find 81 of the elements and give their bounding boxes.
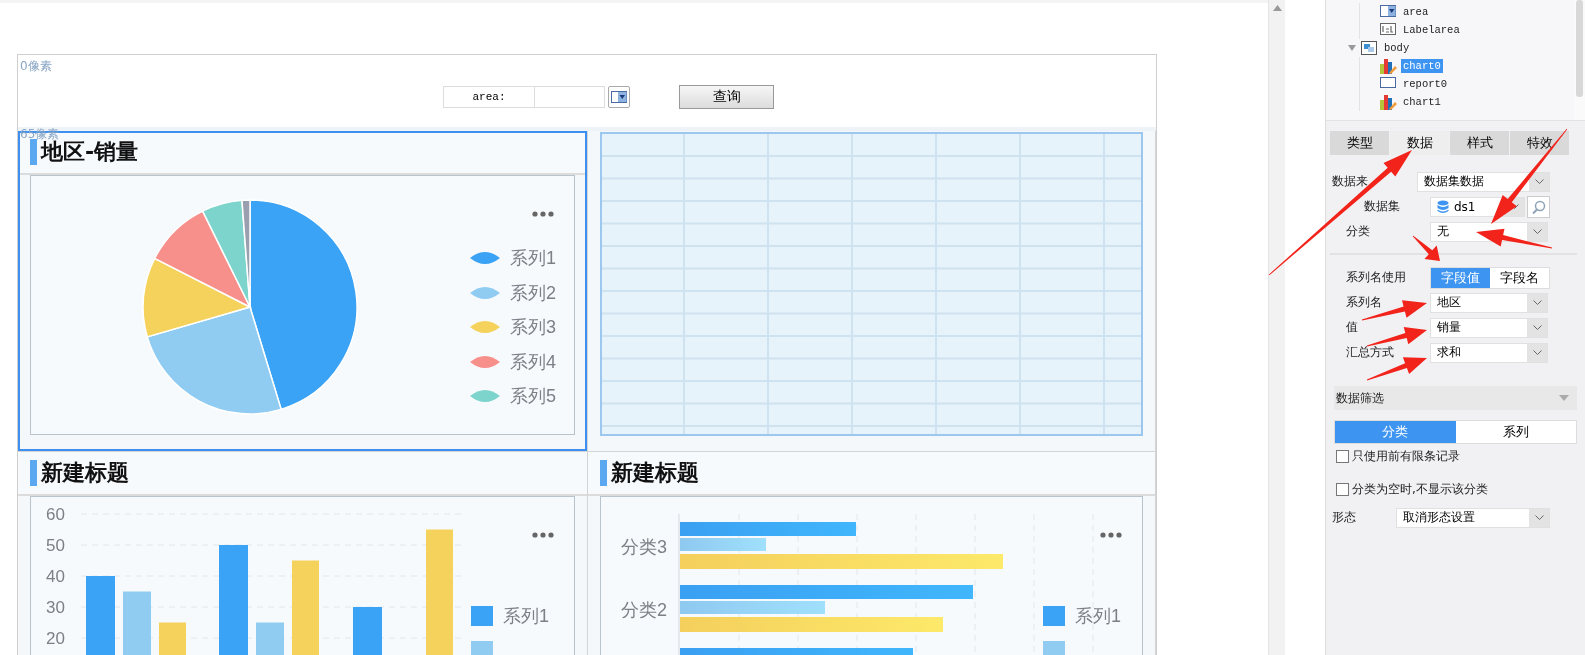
field-label: 系列名	[1346, 295, 1382, 309]
ruler-label: 0像素	[19, 58, 53, 75]
bar	[159, 622, 186, 655]
label-widget-icon	[1380, 22, 1397, 38]
more-icon	[532, 532, 554, 538]
section-header[interactable]: 数据筛选	[1334, 386, 1577, 410]
category-label: 分类3	[621, 537, 667, 557]
chart-title: 新建标题	[41, 462, 129, 484]
tab[interactable]: 特效	[1510, 131, 1569, 155]
checkbox-label: 只使用前有限条记录	[1352, 447, 1460, 465]
chevron-down-icon	[1532, 229, 1542, 234]
dropdown-widget-icon	[1380, 4, 1397, 20]
legend-label: 系列4	[510, 350, 556, 374]
bar	[353, 607, 382, 655]
axis-label: 30	[46, 598, 65, 617]
axis-label: 50	[46, 536, 65, 555]
select-field[interactable]: 取消形态设置	[1396, 507, 1550, 528]
chevron-down-icon	[1532, 325, 1542, 330]
scroll-up-icon	[1272, 5, 1282, 11]
select-field[interactable]: 数据集数据	[1417, 171, 1550, 192]
legend-label: 系列1	[1075, 605, 1121, 629]
chart-icon	[1380, 58, 1397, 74]
field-label: 数据来	[1332, 174, 1368, 188]
field-label: 数据集	[1364, 199, 1400, 213]
checkbox[interactable]	[1336, 449, 1349, 463]
more-icon	[532, 211, 554, 217]
axis-label: 60	[46, 505, 65, 524]
annotation-arrow	[1366, 357, 1427, 381]
tree-item[interactable]: chart1	[1401, 95, 1443, 109]
field-label: 汇总方式	[1346, 345, 1394, 359]
layout-icon	[1361, 40, 1378, 56]
scrollbar-thumb[interactable]	[1576, 0, 1583, 97]
tab[interactable]: 数据	[1390, 131, 1449, 155]
bar	[123, 591, 151, 655]
chevron-down-icon	[1534, 179, 1544, 184]
legend-label: 系列3	[510, 316, 556, 340]
category-label: 分类2	[621, 600, 667, 620]
chart-title: 新建标题	[611, 462, 699, 484]
chart-title: 地区-销量	[41, 141, 139, 163]
field-label: 值	[1346, 320, 1358, 334]
tab[interactable]: 样式	[1450, 131, 1509, 155]
search-button[interactable]	[1527, 195, 1550, 218]
field-label: 形态	[1332, 510, 1356, 524]
select-field[interactable]: 销量	[1430, 317, 1548, 338]
chevron-down-icon	[1532, 350, 1542, 355]
tree-item[interactable]: body	[1382, 41, 1412, 55]
checkbox[interactable]	[1336, 482, 1349, 496]
chart-icon	[1380, 94, 1397, 110]
chevron-down-icon	[1534, 515, 1544, 520]
select-field[interactable]: 求和	[1430, 342, 1548, 363]
select-field[interactable]: 地区	[1430, 292, 1548, 313]
dropdown-button[interactable]	[608, 86, 630, 108]
bar	[256, 622, 284, 655]
axis-label: 20	[46, 629, 65, 648]
search-icon	[1531, 199, 1546, 214]
title-accent-bar	[30, 139, 37, 165]
tab[interactable]: 类型	[1330, 131, 1389, 155]
database-icon	[1437, 199, 1449, 214]
segment-option[interactable]: 字段名	[1490, 267, 1549, 288]
segment-option[interactable]: 系列	[1455, 421, 1576, 443]
dropdown-icon	[611, 91, 627, 103]
area-input-field[interactable]	[535, 86, 605, 108]
annotation-arrow	[1366, 326, 1427, 347]
axis-label: 40	[46, 567, 65, 586]
section-title: 数据筛选	[1336, 389, 1384, 407]
tree-item[interactable]: area	[1401, 5, 1431, 19]
legend-label: 系列2	[510, 281, 556, 305]
tree-item[interactable]: Labelarea	[1401, 23, 1462, 37]
field-label: 系列名使用	[1346, 270, 1406, 284]
query-button[interactable]: 查询	[679, 85, 774, 109]
more-icon	[1100, 532, 1122, 538]
title-accent-bar	[600, 460, 607, 486]
field-label: area:	[443, 86, 535, 108]
checkbox-label: 分类为空时,不显示该分类	[1352, 480, 1488, 498]
tree-item[interactable]: report0	[1401, 77, 1450, 91]
field-label: 分类	[1346, 224, 1370, 238]
chevron-down-icon	[1532, 300, 1542, 305]
title-accent-bar	[30, 460, 37, 486]
legend-label: 系列1	[510, 247, 556, 271]
legend-label: 系列1	[503, 605, 549, 629]
legend-label: 系列5	[510, 385, 556, 409]
